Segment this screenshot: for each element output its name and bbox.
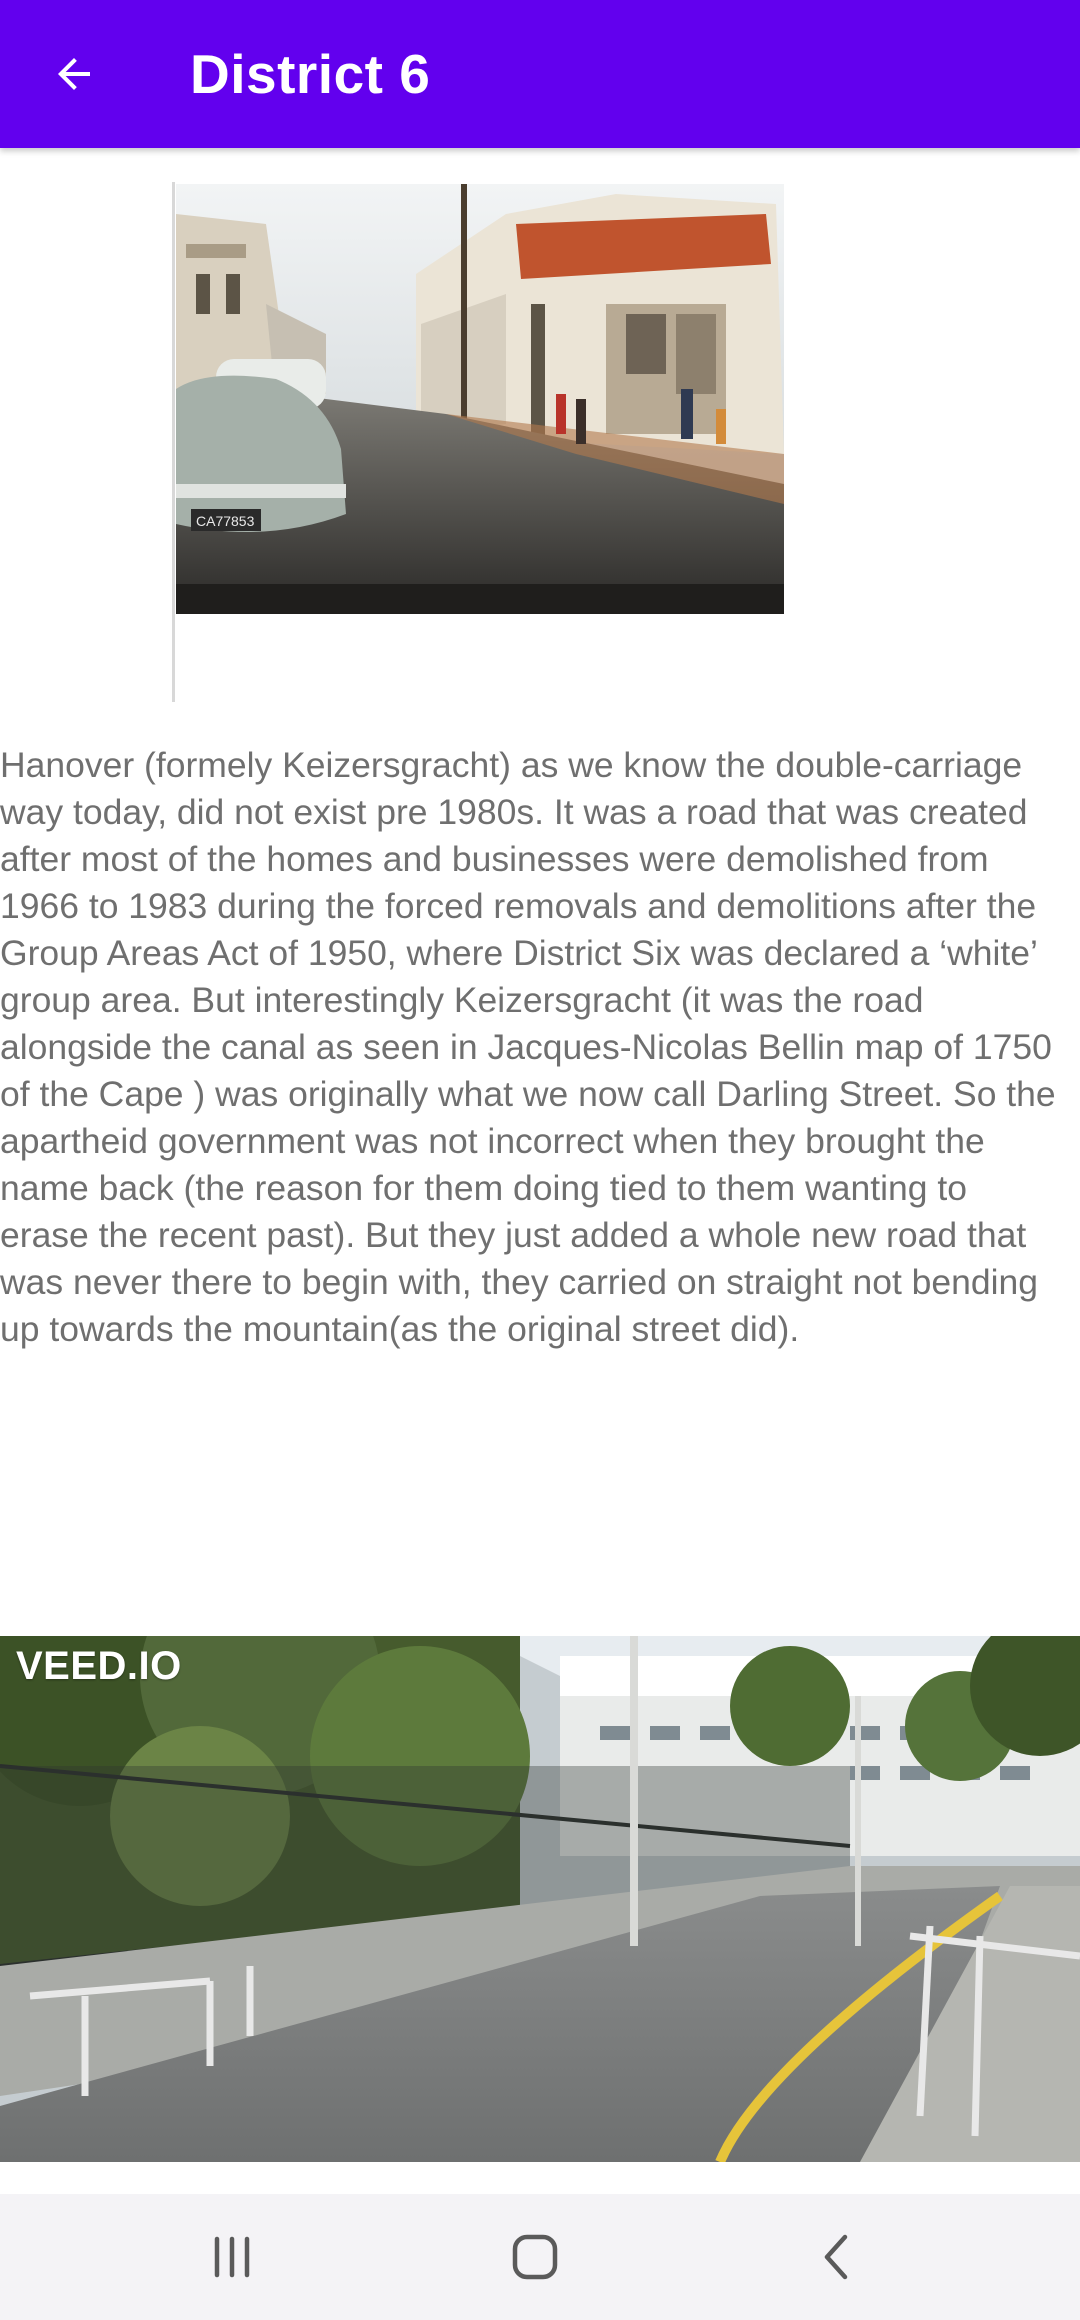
license-plate: CA77853: [196, 513, 255, 529]
system-nav-bar: [0, 2194, 1080, 2320]
video-watermark: VEED.IO: [16, 1644, 182, 1688]
nav-back-button[interactable]: [777, 2216, 897, 2298]
page-title: District 6: [190, 43, 431, 105]
screen: District 6 CA77853 Hanover (formely Keiz…: [0, 0, 1080, 2320]
arrow-back-icon: [58, 58, 90, 90]
back-button[interactable]: [30, 30, 118, 118]
historic-street-photo: CA77853: [176, 184, 784, 614]
back-chevron-icon: [824, 2234, 848, 2280]
home-icon: [512, 2234, 558, 2280]
description-text: Hanover (formely Keizersgracht) as we kn…: [0, 745, 1056, 1349]
top-app-bar: District 6: [0, 0, 1080, 148]
recent-apps-button[interactable]: [172, 2216, 292, 2298]
video-player[interactable]: VEED.IO: [0, 1636, 1080, 2162]
home-button[interactable]: [475, 2216, 595, 2298]
recent-apps-icon: [214, 2236, 250, 2278]
